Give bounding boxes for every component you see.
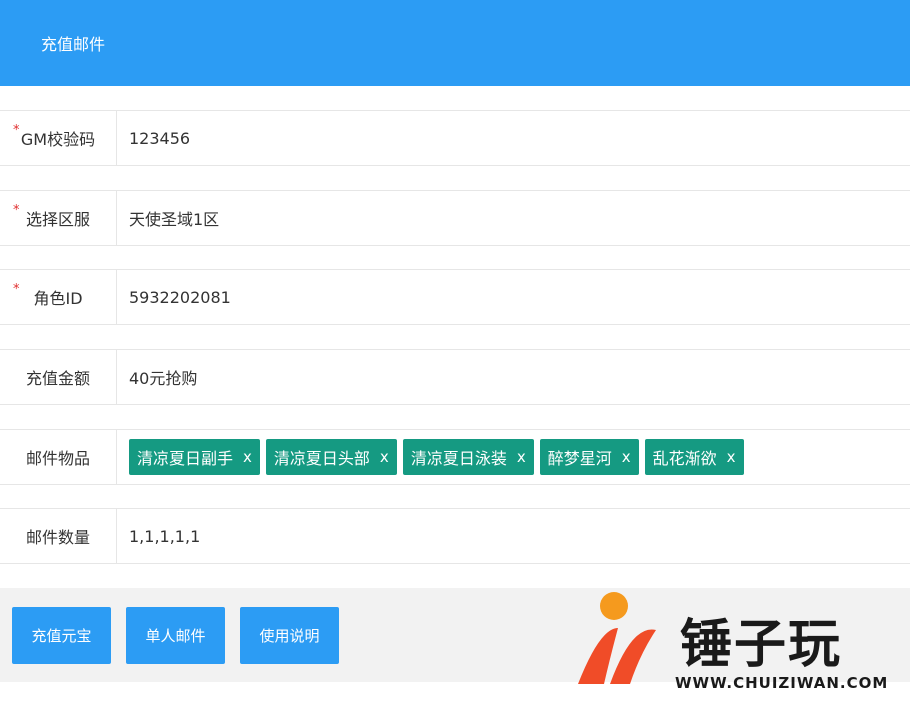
form-row-items: 邮件物品 清凉夏日副手 x 清凉夏日头部 x 清凉夏日泳装 x 醉梦星河 x 乱… [0, 429, 910, 485]
items-label-text: 邮件物品 [25, 449, 90, 468]
amount-select[interactable]: 40元抢购 [117, 350, 910, 404]
quantity-input[interactable] [129, 509, 729, 563]
server-select[interactable]: 天使圣域1区 [117, 191, 910, 245]
role-id-field-wrap [117, 270, 910, 324]
required-mark: * [13, 203, 20, 218]
item-tag: 清凉夏日泳装 x [402, 439, 534, 475]
server-selected-value: 天使圣域1区 [129, 210, 220, 229]
item-tag-text: 乱花渐欲 [652, 449, 717, 468]
form-row-server: * 选择区服 天使圣域1区 [0, 190, 910, 246]
instructions-button[interactable]: 使用说明 [240, 606, 339, 664]
role-id-label: * 角色ID [0, 270, 117, 324]
gm-code-field-wrap [117, 111, 910, 165]
recharge-yuanbao-button[interactable]: 充值元宝 [12, 606, 111, 664]
single-mail-button[interactable]: 单人邮件 [126, 606, 225, 664]
gm-code-input[interactable] [129, 111, 729, 165]
page-header: 充值邮件 [0, 0, 910, 86]
quantity-label-text: 邮件数量 [25, 528, 90, 547]
role-id-input[interactable] [129, 270, 729, 324]
item-tag: 清凉夏日头部 x [265, 439, 397, 475]
form-row-amount: 充值金额 40元抢购 [0, 349, 910, 405]
close-icon[interactable]: x [727, 448, 736, 466]
item-tag: 清凉夏日副手 x [129, 439, 260, 475]
required-mark: * [13, 282, 20, 297]
items-label: 邮件物品 [0, 430, 117, 484]
watermark-brand: 锤子玩 [680, 615, 843, 675]
brand-logo-icon [578, 592, 656, 684]
close-icon[interactable]: x [380, 448, 389, 466]
required-mark: * [13, 123, 20, 138]
close-icon[interactable]: x [517, 448, 526, 466]
watermark-url: WWW.CHUIZIWAN.COM [675, 674, 889, 692]
item-tag: 醉梦星河 x [539, 439, 639, 475]
item-tag-text: 清凉夏日副手 [137, 449, 234, 468]
close-icon[interactable]: x [243, 448, 252, 466]
item-tags: 清凉夏日副手 x 清凉夏日头部 x 清凉夏日泳装 x 醉梦星河 x 乱花渐欲 x [129, 439, 744, 475]
quantity-label: 邮件数量 [0, 509, 117, 563]
item-tag-text: 醉梦星河 [547, 449, 612, 468]
page-title: 充值邮件 [41, 35, 106, 54]
form-row-quantity: 邮件数量 [0, 508, 910, 564]
amount-label-text: 充值金额 [25, 369, 90, 388]
quantity-field-wrap [117, 509, 910, 563]
item-tag-text: 清凉夏日泳装 [410, 449, 507, 468]
form-row-gm-code: * GM校验码 [0, 110, 910, 166]
amount-label: 充值金额 [0, 350, 117, 404]
form-row-role-id: * 角色ID [0, 269, 910, 325]
role-id-label-text: 角色ID [33, 289, 83, 308]
server-label-text: 选择区服 [25, 210, 90, 229]
gm-code-label: * GM校验码 [0, 111, 117, 165]
server-label: * 选择区服 [0, 191, 117, 245]
watermark: 锤子玩 WWW.CHUIZIWAN.COM [570, 588, 900, 704]
close-icon[interactable]: x [622, 448, 631, 466]
item-tag-text: 清凉夏日头部 [273, 449, 370, 468]
items-multiselect[interactable]: 清凉夏日副手 x 清凉夏日头部 x 清凉夏日泳装 x 醉梦星河 x 乱花渐欲 x [117, 430, 910, 484]
item-tag: 乱花渐欲 x [644, 439, 744, 475]
gm-code-label-text: GM校验码 [20, 130, 96, 149]
amount-selected-value: 40元抢购 [129, 369, 198, 388]
